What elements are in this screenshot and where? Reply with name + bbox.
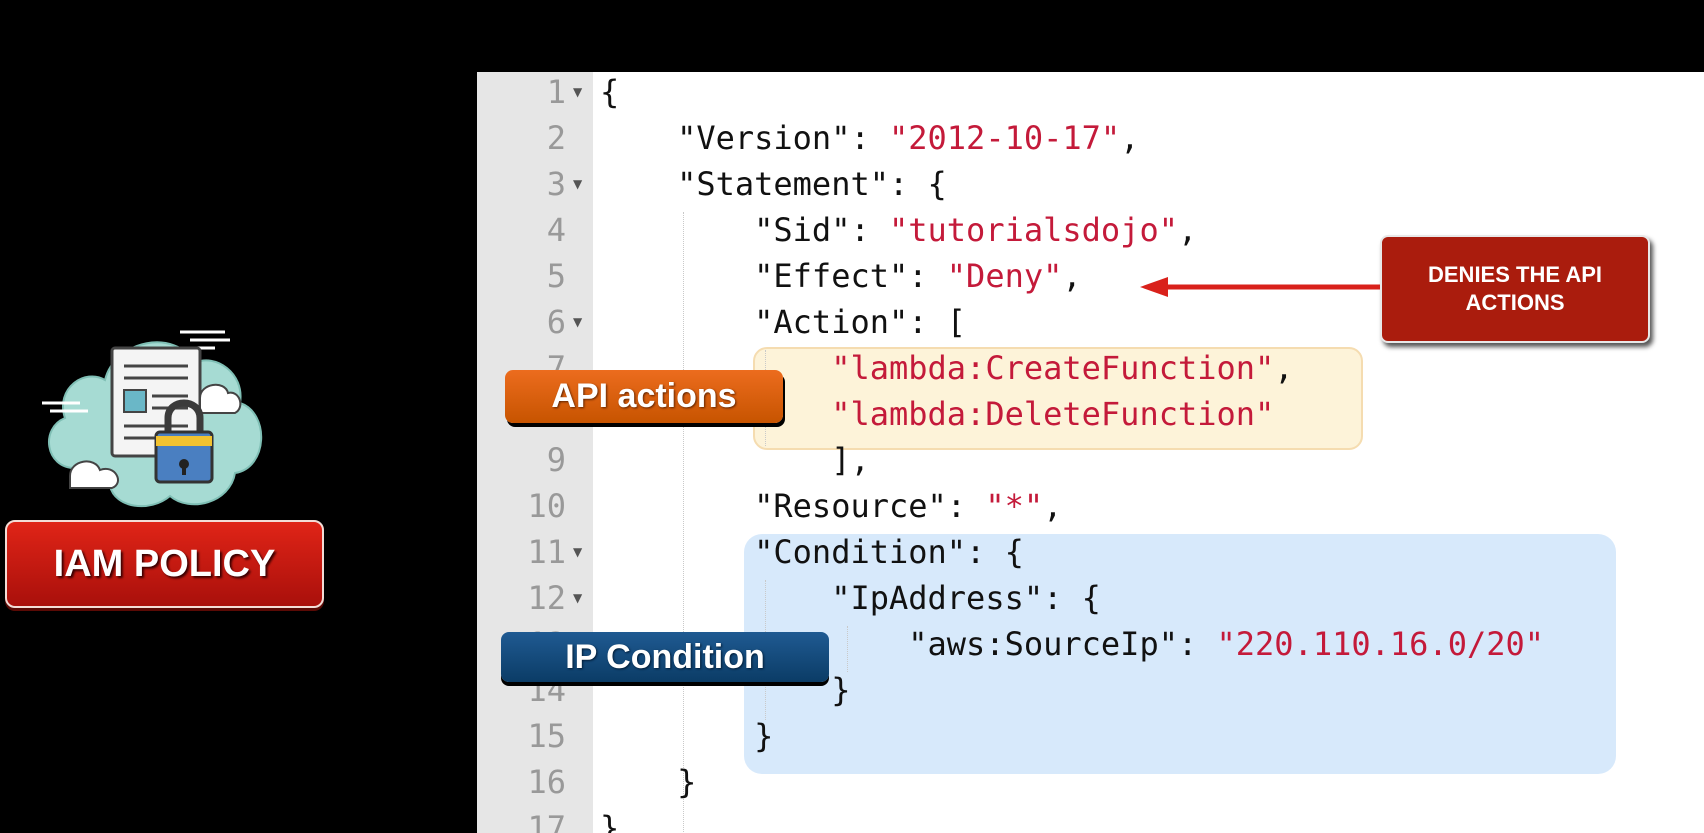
code-line: 10 "Resource": "*", (527, 487, 1063, 525)
code-line: 3 ▼ "Statement": { (477, 161, 1704, 207)
code-line: 2 "Version": "2012-10-17", (546, 119, 1140, 157)
deny-callout: DENIES THE API ACTIONS (1380, 235, 1650, 343)
iam-policy-icon (42, 330, 263, 508)
code-line: 1 ▼{ (477, 72, 1704, 115)
code-line: 17} (527, 809, 620, 833)
ip-condition-label: IP Condition (501, 632, 829, 682)
fold-triangle-icon: ▼ (573, 177, 583, 191)
fold-triangle-icon: ▼ (573, 591, 583, 605)
code-line: 11 ▼ "Condition": { (477, 529, 1704, 575)
fold-triangle-icon: ▼ (573, 315, 583, 329)
iam-policy-badge: IAM POLICY (5, 520, 324, 608)
code-line: 12 ▼ "IpAddress": { (477, 575, 1704, 621)
code-editor[interactable]: 1 ▼{ 2 "Version": "2012-10-17", 3 ▼ "State… (477, 72, 1704, 833)
fold-triangle-icon: ▼ (573, 85, 583, 99)
arrow-left-icon (1140, 277, 1380, 297)
code-line: 15 } (527, 717, 774, 755)
fold-triangle-icon: ▼ (573, 545, 583, 559)
code-line: 9 ], (546, 441, 870, 479)
api-actions-label: API actions (505, 370, 783, 423)
code-line: 16 } (527, 763, 697, 801)
